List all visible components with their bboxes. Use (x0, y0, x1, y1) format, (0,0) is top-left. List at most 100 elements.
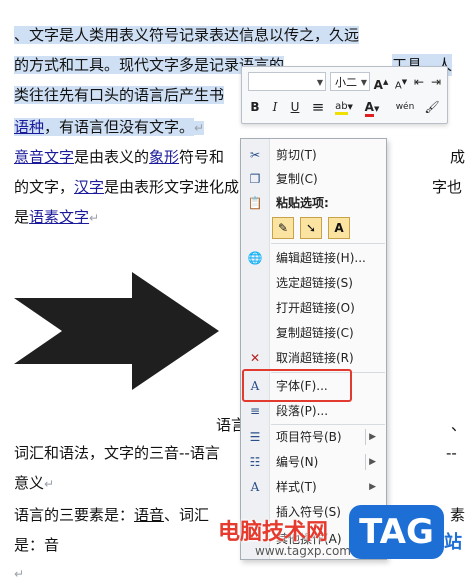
menu-item-styles[interactable]: A 样式(T) ▶ (241, 475, 386, 499)
paragraph-mark-icon: ↵ (89, 211, 100, 225)
text-line[interactable]: 是：音 (14, 534, 59, 556)
mini-toolbar: ▼ 小二 ▼ A▲ A▼ ⇤ ⇥ B I U ≡ ab▼ A▼ wén 🖌 (241, 66, 448, 124)
submenu-divider (365, 454, 366, 470)
right-arrow-icon[interactable] (14, 272, 219, 390)
text-line[interactable]: 意义↵ (14, 472, 54, 495)
menu-item-open-hyperlink[interactable]: 打开超链接(O) (241, 296, 386, 320)
menu-item-label: 项目符号(B) (276, 430, 342, 444)
text-line[interactable]: 意音文字是由表义的象形符号和 成 (14, 146, 465, 168)
text-line[interactable]: 是语素文字↵ (14, 206, 99, 229)
shrink-font-icon: A (394, 80, 402, 92)
body-text: 、 (451, 416, 467, 434)
menu-item-bullets[interactable]: ☰ 项目符号(B) ▶ (241, 425, 386, 449)
text-line[interactable]: ↵ (14, 562, 24, 585)
grow-font-button[interactable]: A▲ (373, 72, 389, 92)
text-line[interactable]: 的文字，汉字是由表形文字进化成 字也 (14, 176, 462, 198)
selected-text[interactable]: 、文字是人类用表义符号记录表达信息以传之，久远 (14, 26, 360, 44)
body-text: 字也 (432, 178, 463, 196)
underline-button[interactable]: U (287, 97, 303, 117)
center-align-button[interactable]: ≡ (309, 97, 327, 117)
bold-button[interactable]: B (247, 97, 263, 117)
decrease-indent-icon: ⇤ (413, 75, 425, 89)
text-line[interactable]: 类往往先有口头的语言后产生书 (14, 84, 225, 106)
menu-item-label: 选定超链接(S) (276, 276, 353, 290)
submenu-divider (365, 429, 366, 445)
format-painter-button[interactable]: 🖌 (423, 97, 441, 117)
hyperlink[interactable]: 汉字 (74, 178, 104, 196)
phonetic-guide-button[interactable]: wén (392, 97, 418, 117)
body-text: 是由表义的 (74, 148, 150, 166)
keep-formatting-icon: ✎ (277, 221, 289, 235)
text-line[interactable]: 语言的三要素是：语音、词汇 素 (14, 504, 465, 526)
chevron-right-icon: ▶ (369, 432, 376, 442)
body-text: 素 (450, 506, 466, 524)
body-text: 是由表形文字进化成 (104, 178, 240, 196)
merge-formatting-icon: ➘ (305, 221, 317, 235)
bullets-icon: ☰ (249, 430, 261, 444)
text-line[interactable]: 语种，有语言但没有文字。↵ (14, 116, 205, 139)
selected-text[interactable]: ，有语言但没有文字。 (44, 118, 195, 136)
decrease-indent-button[interactable]: ⇤ (412, 72, 426, 92)
numbering-icon: ☷ (249, 455, 261, 469)
menu-item-label: 复制(C) (276, 172, 318, 186)
shrink-font-button[interactable]: A▼ (393, 72, 409, 92)
highlight-icon: ab (335, 101, 348, 115)
increase-indent-icon: ⇥ (430, 75, 442, 89)
menu-item-edit-hyperlink[interactable]: 🌐 编辑超链接(H)... (241, 246, 386, 270)
paste-options-header: 粘贴选项: (276, 196, 329, 210)
scissors-icon: ✂ (249, 148, 261, 162)
menu-item-copy-hyperlink[interactable]: 复制超链接(C) (241, 321, 386, 345)
format-painter-icon: 🖌 (424, 100, 440, 114)
watermark-logo: TAG (349, 505, 444, 559)
paste-merge-formatting-button[interactable]: ➘ (300, 217, 322, 239)
menu-item-label: 打开超链接(O) (276, 301, 355, 315)
body-text: -- (446, 444, 457, 462)
chevron-right-icon: ▶ (369, 457, 376, 467)
remove-link-icon: ✕ (249, 351, 261, 365)
font-size-value: 小二 (335, 76, 357, 89)
menu-item-numbering[interactable]: ☷ 编号(N) ▶ (241, 450, 386, 474)
menu-item-paragraph[interactable]: ≡ 段落(P)... (241, 399, 386, 423)
menu-item-cut[interactable]: ✂ 剪切(T) (241, 143, 386, 167)
menu-item-label: 剪切(T) (276, 148, 317, 162)
increase-indent-button[interactable]: ⇥ (429, 72, 443, 92)
paste-text-only-button[interactable]: A (328, 217, 350, 239)
body-text: 符号和 (179, 148, 225, 166)
menu-item-copy[interactable]: ❐ 复制(C) (241, 167, 386, 191)
menu-item-label: 样式(T) (276, 480, 317, 494)
body-text: 的文字， (14, 178, 75, 196)
highlight-color-button[interactable]: ab▼ (332, 97, 356, 117)
font-color-button[interactable]: A▼ (360, 97, 384, 117)
menu-item-label: 取消超链接(R) (276, 351, 354, 365)
body-text: 、词汇 (164, 506, 210, 524)
chevron-down-icon: ▼ (316, 78, 323, 87)
styles-icon: A (250, 480, 260, 494)
hyperlink[interactable]: 语素文字 (29, 208, 89, 226)
body-text: 是：音 (14, 536, 60, 554)
paste-keep-formatting-button[interactable]: ✎ (272, 217, 294, 239)
italic-button[interactable]: I (267, 97, 283, 117)
body-text: 意义 (14, 474, 45, 492)
arrow-shape[interactable] (14, 272, 219, 390)
menu-item-paste-options: 📋 粘贴选项: (241, 191, 386, 215)
menu-item-remove-hyperlink[interactable]: ✕ 取消超链接(R) (241, 346, 386, 370)
watermark-site-name: 电脑技术网 (218, 520, 329, 545)
font-name-dropdown[interactable]: ▼ (248, 72, 326, 91)
context-menu: ✂ 剪切(T) ❐ 复制(C) 📋 粘贴选项: ✎ ➘ A 🌐 编辑超链接(H)… (240, 138, 387, 560)
text-line[interactable]: 、文字是人类用表义符号记录表达信息以传之，久远 (14, 24, 360, 46)
hyperlink[interactable]: 象形 (149, 148, 179, 166)
menu-item-label: 复制超链接(C) (276, 326, 354, 340)
text-line[interactable]: 词汇和语法，文字的三音--语言 -- (14, 442, 457, 464)
chevron-down-icon: ▼ (360, 78, 367, 87)
font-size-dropdown[interactable]: 小二 ▼ (330, 72, 370, 91)
chevron-right-icon: ▶ (369, 482, 376, 492)
menu-item-select-hyperlink[interactable]: 选定超链接(S) (241, 271, 386, 295)
paragraph-icon: ≡ (249, 404, 261, 418)
watermark-suffix: 站 (444, 532, 462, 553)
copy-icon: ❐ (249, 172, 261, 186)
hyperlink[interactable]: 意音文字 (14, 148, 74, 166)
edit-link-icon: 🌐 (247, 251, 263, 265)
selected-text[interactable]: 类往往先有口头的语言后产生书 (14, 86, 225, 104)
hyperlink[interactable]: 语种 (14, 118, 45, 136)
font-color-icon: A (364, 100, 374, 117)
